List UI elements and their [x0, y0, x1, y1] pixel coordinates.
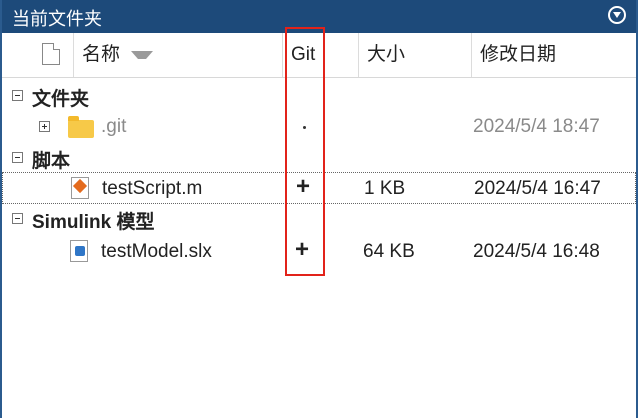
- modified-date: 2024/5/4 18:47: [473, 116, 600, 137]
- folder-icon: [68, 116, 94, 138]
- panel-title: 当前文件夹: [12, 9, 102, 29]
- current-folder-panel: 当前文件夹 名称 Git 大小 修改日期 文件夹 .git 2024/5/4 1…: [0, 0, 638, 418]
- group-label: 脚本: [32, 151, 71, 172]
- file-size: 64 KB: [363, 241, 415, 262]
- sort-desc-icon: [131, 50, 154, 59]
- modified-column-label: 修改日期: [480, 44, 557, 65]
- size-column-label: 大小: [367, 44, 406, 65]
- name-column-label: 名称: [82, 44, 121, 65]
- name-column-header[interactable]: 名称: [74, 33, 283, 77]
- file-name: testScript.m: [102, 178, 203, 199]
- file-size: 1 KB: [364, 178, 406, 199]
- expand-icon[interactable]: [39, 121, 50, 132]
- modified-date: 2024/5/4 16:48: [473, 241, 600, 262]
- file-type-column[interactable]: [2, 33, 74, 77]
- group-label: 文件夹: [32, 89, 90, 110]
- git-column-highlight: [285, 27, 325, 276]
- slx-file-icon: [70, 240, 88, 262]
- size-column-header[interactable]: 大小: [359, 33, 472, 77]
- collapse-icon[interactable]: [12, 152, 23, 163]
- collapse-icon[interactable]: [12, 90, 23, 101]
- panel-actions-icon[interactable]: [608, 6, 626, 24]
- collapse-icon[interactable]: [12, 213, 23, 224]
- group-label: Simulink 模型: [32, 212, 155, 233]
- file-name: testModel.slx: [101, 241, 212, 262]
- file-name: .git: [101, 116, 127, 137]
- modified-column-header[interactable]: 修改日期: [472, 33, 636, 77]
- modified-date: 2024/5/4 16:47: [474, 178, 601, 199]
- m-file-icon: [71, 177, 89, 199]
- file-icon: [42, 43, 60, 65]
